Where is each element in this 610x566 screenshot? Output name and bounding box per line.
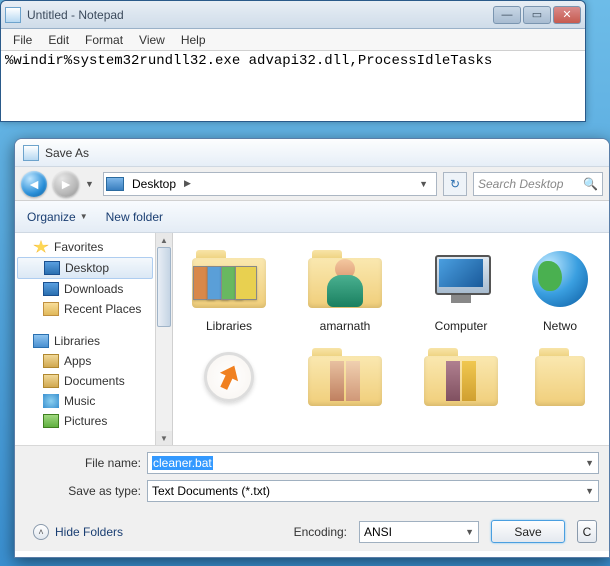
item-libraries[interactable]: Libraries <box>177 241 281 333</box>
notepad-menubar: File Edit Format View Help <box>1 29 585 51</box>
notepad-window: Untitled - Notepad — ▭ ✕ File Edit Forma… <box>0 0 586 122</box>
tree-scrollbar[interactable]: ▲ ▼ <box>155 233 172 445</box>
maximize-button[interactable]: ▭ <box>523 6 551 24</box>
minimize-button[interactable]: — <box>493 6 521 24</box>
folder-icon <box>192 250 266 308</box>
notepad-title: Untitled - Notepad <box>27 8 493 22</box>
menu-view[interactable]: View <box>131 30 173 50</box>
menu-edit[interactable]: Edit <box>40 30 77 50</box>
music-icon <box>43 394 59 408</box>
encoding-value: ANSI <box>364 525 392 539</box>
saveas-titlebar[interactable]: Save As <box>15 139 609 167</box>
organize-label: Organize <box>27 210 76 224</box>
item-folder-2[interactable] <box>409 339 513 415</box>
item-folder-3[interactable] <box>525 339 595 415</box>
menu-file[interactable]: File <box>5 30 40 50</box>
chevron-down-icon: ▼ <box>80 212 88 221</box>
filename-value: cleaner.bat <box>152 456 213 470</box>
search-placeholder: Search Desktop <box>478 177 563 191</box>
libraries-icon <box>33 334 49 348</box>
star-icon <box>33 240 49 254</box>
search-icon: 🔍 <box>583 177 598 191</box>
breadcrumb-bar[interactable]: Desktop ▶ ▼ <box>103 172 437 196</box>
hide-folders-label: Hide Folders <box>55 525 123 539</box>
search-input[interactable]: Search Desktop 🔍 <box>473 172 603 196</box>
folder-icon <box>308 250 382 308</box>
breadcrumb-dropdown-icon[interactable]: ▼ <box>413 179 434 189</box>
notepad-titlebar[interactable]: Untitled - Notepad — ▭ ✕ <box>1 1 585 29</box>
tree-item-recent[interactable]: Recent Places <box>15 299 155 319</box>
computer-icon <box>431 255 491 303</box>
item-network[interactable]: Netwo <box>525 241 595 333</box>
folder-icon <box>424 348 498 406</box>
filename-label: File name: <box>25 456 141 470</box>
item-user-amarnath[interactable]: amarnath <box>293 241 397 333</box>
file-list[interactable]: Libraries amarnath Computer Netwo <box>173 233 609 445</box>
chevron-down-icon[interactable]: ▼ <box>465 527 474 537</box>
item-shortcut-1[interactable] <box>177 339 281 415</box>
chevron-down-icon[interactable]: ▼ <box>585 486 594 496</box>
encoding-label: Encoding: <box>294 525 347 539</box>
downloads-icon <box>43 282 59 296</box>
savetype-label: Save as type: <box>25 484 141 498</box>
close-button[interactable]: ✕ <box>553 6 581 24</box>
refresh-button[interactable]: ↻ <box>443 172 467 196</box>
tree-favorites-header[interactable]: Favorites <box>15 237 155 257</box>
item-computer[interactable]: Computer <box>409 241 513 333</box>
history-dropdown-icon[interactable]: ▼ <box>85 179 97 189</box>
apps-icon <box>43 354 59 368</box>
cancel-button[interactable]: C <box>577 520 597 543</box>
saveas-body: Favorites Desktop Downloads Recent Place… <box>15 233 609 445</box>
desktop-icon <box>44 261 60 275</box>
folder-icon <box>308 348 382 406</box>
tree-item-music[interactable]: Music <box>15 391 155 411</box>
window-buttons: — ▭ ✕ <box>493 6 581 24</box>
save-button[interactable]: Save <box>491 520 565 543</box>
tree-libraries-header[interactable]: Libraries <box>15 331 155 351</box>
globe-icon <box>532 251 588 307</box>
new-folder-button[interactable]: New folder <box>106 210 163 224</box>
savetype-value: Text Documents (*.txt) <box>152 484 270 498</box>
back-button[interactable]: ◄ <box>21 171 47 197</box>
organize-menu[interactable]: Organize ▼ <box>27 210 88 224</box>
breadcrumb-arrow-icon[interactable]: ▶ <box>182 178 193 189</box>
saveas-title: Save As <box>45 146 89 160</box>
scroll-thumb[interactable] <box>157 247 171 327</box>
user-icon <box>321 259 369 307</box>
tree-item-documents[interactable]: Documents <box>15 371 155 391</box>
menu-format[interactable]: Format <box>77 30 131 50</box>
item-folder-1[interactable] <box>293 339 397 415</box>
save-fields: File name: cleaner.bat ▼ Save as type: T… <box>15 445 609 512</box>
scroll-up-icon[interactable]: ▲ <box>156 233 172 247</box>
breadcrumb-location[interactable]: Desktop <box>128 177 180 191</box>
saveas-app-icon <box>23 145 39 161</box>
encoding-combo[interactable]: ANSI ▼ <box>359 521 479 543</box>
toolbar: Organize ▼ New folder <box>15 201 609 233</box>
save-as-dialog: Save As ◄ ► ▼ Desktop ▶ ▼ ↻ Search Deskt… <box>14 138 610 558</box>
menu-help[interactable]: Help <box>173 30 214 50</box>
hide-folders-button[interactable]: ˄ Hide Folders <box>33 524 123 540</box>
savetype-combo[interactable]: Text Documents (*.txt) ▼ <box>147 480 599 502</box>
tree-item-desktop[interactable]: Desktop <box>17 257 153 279</box>
desktop-icon <box>106 177 124 191</box>
notepad-app-icon <box>5 7 21 23</box>
tree-item-downloads[interactable]: Downloads <box>15 279 155 299</box>
notepad-textarea[interactable]: %windir%system32rundll32.exe advapi32.dl… <box>1 51 585 121</box>
documents-icon <box>43 374 59 388</box>
recent-icon <box>43 302 59 316</box>
folder-icon <box>535 348 585 406</box>
pictures-icon <box>43 414 59 428</box>
chevron-up-icon: ˄ <box>33 524 49 540</box>
filename-input[interactable]: cleaner.bat ▼ <box>147 452 599 474</box>
tree-item-pictures[interactable]: Pictures <box>15 411 155 431</box>
tree-item-apps[interactable]: Apps <box>15 351 155 371</box>
power-icon <box>204 352 254 402</box>
new-folder-label: New folder <box>106 210 163 224</box>
chevron-down-icon[interactable]: ▼ <box>585 458 594 468</box>
dialog-bottom-bar: ˄ Hide Folders Encoding: ANSI ▼ Save C <box>15 512 609 551</box>
navigation-bar: ◄ ► ▼ Desktop ▶ ▼ ↻ Search Desktop 🔍 <box>15 167 609 201</box>
navigation-tree: Favorites Desktop Downloads Recent Place… <box>15 233 173 445</box>
scroll-down-icon[interactable]: ▼ <box>156 431 172 445</box>
forward-button[interactable]: ► <box>53 171 79 197</box>
